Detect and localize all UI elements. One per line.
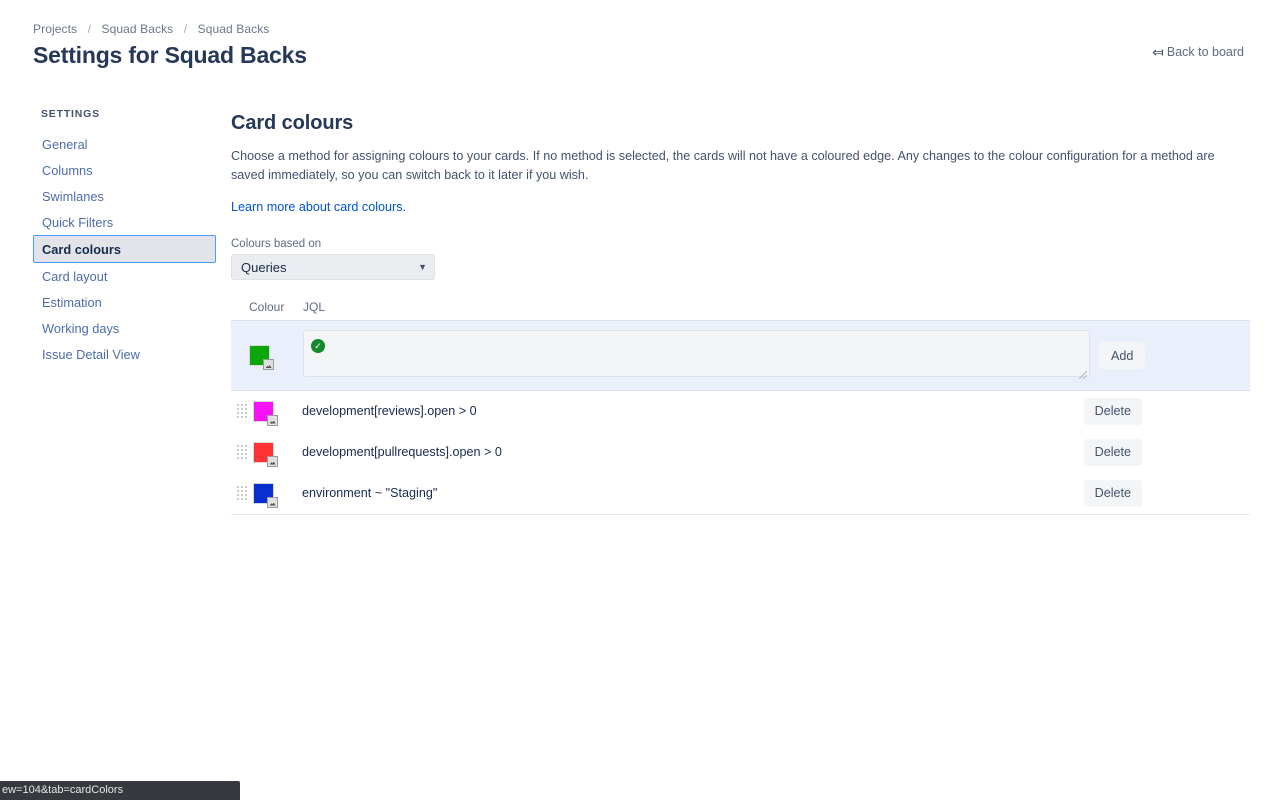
row-swatch-wrap: [253, 482, 302, 508]
row-jql-text: environment ~ "Staging": [302, 486, 438, 500]
sidebar-item-label: Issue Detail View: [42, 346, 140, 362]
drag-handle-icon[interactable]: [236, 484, 249, 502]
colours-based-on-select[interactable]: Queries ▼: [231, 254, 435, 280]
drag-handle-icon[interactable]: [236, 443, 249, 461]
colour-swatch[interactable]: [253, 400, 278, 426]
back-to-board-link[interactable]: ⤆ Back to board: [1152, 45, 1244, 59]
colours-based-on-value: Queries: [241, 259, 287, 275]
section-title: Card colours: [231, 112, 354, 134]
sidebar-item-issue-detail-view[interactable]: Issue Detail View: [33, 341, 218, 367]
add-colour-row: ✓ Add: [231, 320, 1250, 391]
arrow-left-icon: ⤆: [1152, 44, 1164, 60]
sidebar-item-estimation[interactable]: Estimation: [33, 289, 218, 315]
breadcrumb-item-board[interactable]: Squad Backs: [198, 22, 270, 36]
check-circle-icon: ✓: [311, 338, 325, 353]
colour-swatch[interactable]: [253, 482, 278, 508]
breadcrumb-item-project[interactable]: Squad Backs: [101, 22, 173, 36]
sidebar-item-label: Columns: [42, 162, 93, 178]
table-row: development[reviews].open > 0 Delete: [231, 391, 1250, 432]
sidebar-item-working-days[interactable]: Working days: [33, 315, 218, 341]
sidebar-heading: SETTINGS: [41, 108, 100, 120]
colours-based-on-label: Colours based on: [231, 238, 322, 250]
sidebar-item-label: General: [42, 136, 88, 152]
jql-input-wrap: ✓: [303, 329, 1090, 382]
row-jql-text: development[pullrequests].open > 0: [302, 445, 502, 459]
delete-button[interactable]: Delete: [1083, 397, 1142, 425]
colour-picker-icon[interactable]: [267, 455, 278, 467]
card-colours-table: Colour JQL ✓ Add development[reviews].op…: [231, 300, 1250, 515]
sidebar-item-card-colours[interactable]: Card colours: [33, 235, 216, 263]
breadcrumb: Projects / Squad Backs / Squad Backs: [33, 22, 269, 36]
sidebar-item-card-layout[interactable]: Card layout: [33, 263, 218, 289]
breadcrumb-separator: /: [87, 22, 92, 36]
sidebar-item-columns[interactable]: Columns: [33, 157, 218, 183]
breadcrumb-item-projects[interactable]: Projects: [33, 22, 77, 36]
sidebar-item-label: Estimation: [42, 294, 102, 310]
row-swatch-wrap: [253, 400, 302, 426]
column-header-colour: Colour: [249, 300, 285, 314]
sidebar-item-label: Quick Filters: [42, 214, 114, 230]
table-header-row: Colour JQL: [231, 300, 1250, 320]
table-bottom-border: [231, 514, 1250, 515]
table-row: development[pullrequests].open > 0 Delet…: [231, 432, 1250, 473]
sidebar-item-general[interactable]: General: [33, 131, 218, 157]
table-row: environment ~ "Staging" Delete: [231, 473, 1250, 514]
colour-picker-icon[interactable]: [267, 414, 278, 426]
add-row-swatch-wrap: [249, 345, 303, 370]
settings-sidebar: SETTINGS General Columns Swimlanes Quick…: [33, 108, 218, 367]
colour-picker-icon[interactable]: [267, 496, 278, 508]
drag-handle-icon[interactable]: [236, 402, 249, 420]
sidebar-item-label: Swimlanes: [42, 188, 104, 204]
colour-picker-icon[interactable]: [263, 359, 274, 370]
add-button[interactable]: Add: [1099, 342, 1146, 369]
colour-swatch[interactable]: [253, 441, 278, 467]
row-swatch-wrap: [253, 441, 302, 467]
sidebar-item-label: Card layout: [42, 268, 108, 284]
sidebar-item-quick-filters[interactable]: Quick Filters: [33, 209, 218, 235]
jql-input-new[interactable]: [303, 329, 1090, 377]
learn-more-link[interactable]: Learn more about card colours.: [231, 200, 406, 214]
page-title: Settings for Squad Backs: [33, 42, 307, 68]
delete-button[interactable]: Delete: [1083, 479, 1142, 507]
chevron-down-icon: ▼: [418, 262, 427, 272]
section-description: Choose a method for assigning colours to…: [231, 149, 1215, 182]
sidebar-item-label: Card colours: [42, 241, 121, 257]
column-header-jql: JQL: [303, 300, 326, 314]
row-jql-text: development[reviews].open > 0: [302, 404, 477, 418]
sidebar-item-swimlanes[interactable]: Swimlanes: [33, 183, 218, 209]
colour-swatch-new[interactable]: [249, 345, 274, 370]
delete-button[interactable]: Delete: [1083, 438, 1142, 466]
back-to-board-label: Back to board: [1166, 45, 1244, 59]
main-content: Card colours Choose a method for assigni…: [231, 112, 1251, 515]
status-bar: ew=104&tab=cardColors: [0, 781, 240, 800]
sidebar-item-label: Working days: [42, 320, 120, 336]
breadcrumb-separator: /: [183, 22, 188, 36]
